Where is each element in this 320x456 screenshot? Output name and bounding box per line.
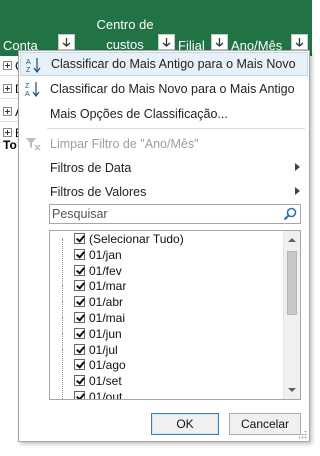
ano-mes-filter-button[interactable] [291,34,308,50]
list-item[interactable]: 01/mar [50,278,282,294]
list-scrollbar[interactable] [283,231,300,399]
conta-filter-button[interactable] [58,34,75,50]
checkbox[interactable] [74,390,85,399]
resize-grip-icon[interactable] [299,431,307,439]
svg-text:A: A [26,59,31,66]
list-item-label: 01/set [89,374,122,389]
filter-dropdown-icon [215,37,224,47]
list-item-label: 01/jun [89,326,122,341]
select-all-item[interactable]: (Selecionar Tudo) [50,231,282,247]
values-list: (Selecionar Tudo) 01/jan 01/fev 01/mar 01/ab… [50,231,282,400]
sort-descending-menu-item[interactable]: Z A Classificar do Mais Novo para o Mais… [20,77,308,101]
search-icon[interactable] [283,207,297,221]
checkbox[interactable] [74,233,85,244]
list-item[interactable]: 01/mai [50,310,282,326]
tree-dot [62,395,63,397]
list-item[interactable]: 01/jan [50,247,282,263]
sort-ascending-menu-item[interactable]: A Z Classificar do Mais Antigo para o Ma… [20,52,308,76]
list-item[interactable]: 01/jul [50,342,282,358]
expand-icon[interactable] [3,107,12,116]
list-item-label: 01/mai [89,310,126,325]
list-item[interactable]: 01/fev [50,263,282,279]
list-item[interactable]: 01/ago [50,357,282,373]
list-item-label: 01/ago [89,358,126,373]
filter-dropdown-icon [62,37,71,47]
clear-filter-menu-item[interactable]: Limpar Filtro de "Ano/Mês" [20,132,308,156]
checkbox[interactable] [74,359,85,371]
clear-filter-icon [26,138,41,151]
tree-dot [62,380,63,382]
tree-dot [62,301,63,303]
expand-icon[interactable] [3,61,12,70]
more-sort-options-menu-item[interactable]: Mais Opções de Classificação... [20,102,308,126]
checkbox[interactable] [74,296,85,308]
svg-text:Z: Z [25,83,30,90]
tree-dot [62,332,63,334]
checkbox[interactable] [74,248,85,260]
list-item[interactable]: 01/set [50,373,282,389]
pivot-header: Conta Centro de custos Filial Ano/Mês [0,0,312,56]
filter-dropdown-icon [295,37,304,47]
tree-dot [62,364,63,366]
list-item-label: 01/jul [89,342,118,357]
list-item-label: 01/jan [89,247,122,262]
tree-dot [62,269,63,271]
checkbox[interactable] [74,343,85,355]
list-item[interactable]: 01/abr [50,294,282,310]
list-item-label: 01/mar [89,279,127,294]
svg-text:Z: Z [26,67,31,74]
menu-separator [47,128,305,129]
scroll-down-arrow-icon[interactable] [288,388,296,392]
list-item-label: (Selecionar Tudo) [89,232,184,246]
tree-dot [62,285,63,287]
search-input[interactable] [52,206,278,222]
centro-custos-filter-button[interactable] [158,34,175,50]
checkbox[interactable] [74,280,85,292]
checkbox[interactable] [74,375,85,387]
value-filters-menu-item[interactable]: Filtros de Valores [20,180,308,204]
ok-button[interactable]: OK [151,413,219,435]
filial-filter-button[interactable] [211,34,228,50]
filter-dropdown-panel: A Z Classificar do Mais Antigo para o Ma… [18,50,310,442]
sort-descending-icon: Z A [25,82,40,98]
expand-icon[interactable] [3,84,12,93]
tree-dot [62,253,63,255]
scroll-up-arrow-icon[interactable] [288,238,296,242]
scroll-thumb[interactable] [287,251,297,315]
list-item[interactable]: 01/jun [50,326,282,342]
tree-dot [62,316,63,318]
checkbox[interactable] [74,311,85,323]
tree-dot [62,348,63,350]
list-item[interactable]: 01/out [50,389,282,400]
list-item-label: 01/fev [89,263,122,278]
checkbox[interactable] [74,264,85,276]
submenu-arrow-icon [295,187,300,195]
checkbox[interactable] [74,327,85,339]
submenu-arrow-icon [295,163,300,171]
search-box[interactable] [49,204,301,224]
cancel-button[interactable]: Cancelar [229,413,301,435]
date-filters-menu-item[interactable]: Filtros de Data [20,156,308,180]
sort-ascending-icon: A Z [26,58,41,74]
tree-dot [62,238,63,239]
filter-dropdown-icon [162,37,171,47]
list-item-label: 01/out [89,389,123,400]
list-item-label: 01/abr [89,295,124,310]
values-listbox[interactable]: (Selecionar Tudo) 01/jan 01/fev 01/mar 01/ab… [49,230,301,400]
svg-text:A: A [25,91,30,98]
column-header-centro-de-custos: Centro de custos [96,17,154,52]
